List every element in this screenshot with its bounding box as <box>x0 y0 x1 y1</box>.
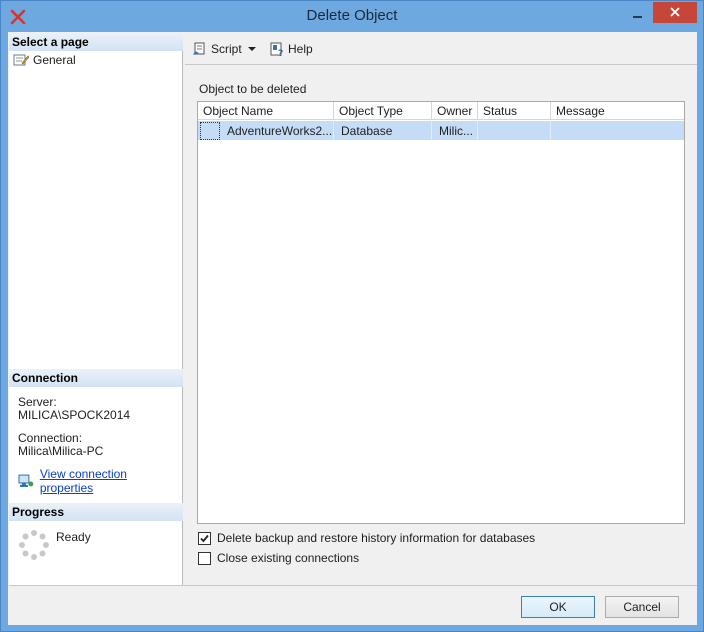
help-label: Help <box>288 42 313 56</box>
cell-owner: Milic... <box>432 121 478 140</box>
script-dropdown-icon[interactable] <box>248 47 256 51</box>
left-panel: Select a page General Connection Server:… <box>9 33 183 585</box>
delete-history-option[interactable]: Delete backup and restore history inform… <box>198 531 535 545</box>
window-title: Delete Object <box>306 7 398 24</box>
column-header-object-type[interactable]: Object Type <box>334 102 432 120</box>
close-connections-checkbox[interactable] <box>198 551 211 565</box>
minimize-icon <box>633 16 642 18</box>
close-button[interactable] <box>653 2 697 23</box>
table-row[interactable]: AdventureWorks2... Database Milic... <box>198 121 684 140</box>
help-icon: ? <box>270 42 283 57</box>
dialog-window: Delete Object Select a page General Conn… <box>0 0 704 632</box>
left-footer <box>9 585 184 625</box>
title-bar[interactable]: Delete Object <box>1 1 703 32</box>
script-button[interactable]: Script <box>192 41 242 57</box>
connection-header: Connection <box>9 369 183 387</box>
view-connection-properties-link[interactable]: View connection properties <box>40 467 182 495</box>
minimize-button[interactable] <box>623 3 651 25</box>
button-bar: OK Cancel <box>184 585 697 625</box>
column-header-owner[interactable]: Owner <box>432 102 478 120</box>
objects-grid[interactable]: Object Name Object Type Owner Status Mes… <box>197 101 685 524</box>
select-page-header: Select a page <box>9 33 183 51</box>
server-value: MILICA\SPOCK2014 <box>18 408 131 422</box>
progress-status: Ready <box>56 530 91 544</box>
close-connections-option[interactable]: Close existing connections <box>198 551 359 565</box>
column-header-message[interactable]: Message <box>551 102 684 120</box>
toolbar: Script ? Help <box>185 33 697 65</box>
general-page-content: Object to be deleted Object Name Object … <box>185 67 696 585</box>
object-to-delete-label: Object to be deleted <box>199 82 307 96</box>
close-connections-label: Close existing connections <box>217 551 360 565</box>
grid-header: Object Name Object Type Owner Status Mes… <box>198 102 684 120</box>
cell-status <box>478 121 551 140</box>
cell-message <box>551 121 684 140</box>
close-icon <box>670 7 680 17</box>
svg-text:?: ? <box>278 49 283 57</box>
page-item-label: General <box>33 53 76 67</box>
page-properties-icon <box>13 54 29 66</box>
progress-header: Progress <box>9 503 183 521</box>
dialog-client: Select a page General Connection Server:… <box>8 32 697 625</box>
script-icon <box>193 42 205 55</box>
row-selector[interactable] <box>200 122 220 140</box>
cancel-button[interactable]: Cancel <box>605 596 679 618</box>
script-label: Script <box>211 42 242 56</box>
ok-button[interactable]: OK <box>521 596 595 618</box>
progress-row: Ready <box>19 530 91 560</box>
page-item-general[interactable]: General <box>13 52 76 68</box>
view-connection-row[interactable]: View connection properties <box>18 467 182 495</box>
progress-spinner-icon <box>19 530 49 560</box>
connection-value: Milica\Milica-PC <box>18 444 104 458</box>
column-header-status[interactable]: Status <box>478 102 551 120</box>
delete-history-label: Delete backup and restore history inform… <box>217 531 536 545</box>
help-button[interactable]: ? Help <box>269 41 313 57</box>
column-header-object-name[interactable]: Object Name <box>198 102 334 120</box>
checkmark-icon <box>200 534 209 542</box>
connection-properties-icon <box>18 474 34 487</box>
delete-history-checkbox[interactable] <box>198 531 211 545</box>
cell-object-type: Database <box>334 121 432 140</box>
